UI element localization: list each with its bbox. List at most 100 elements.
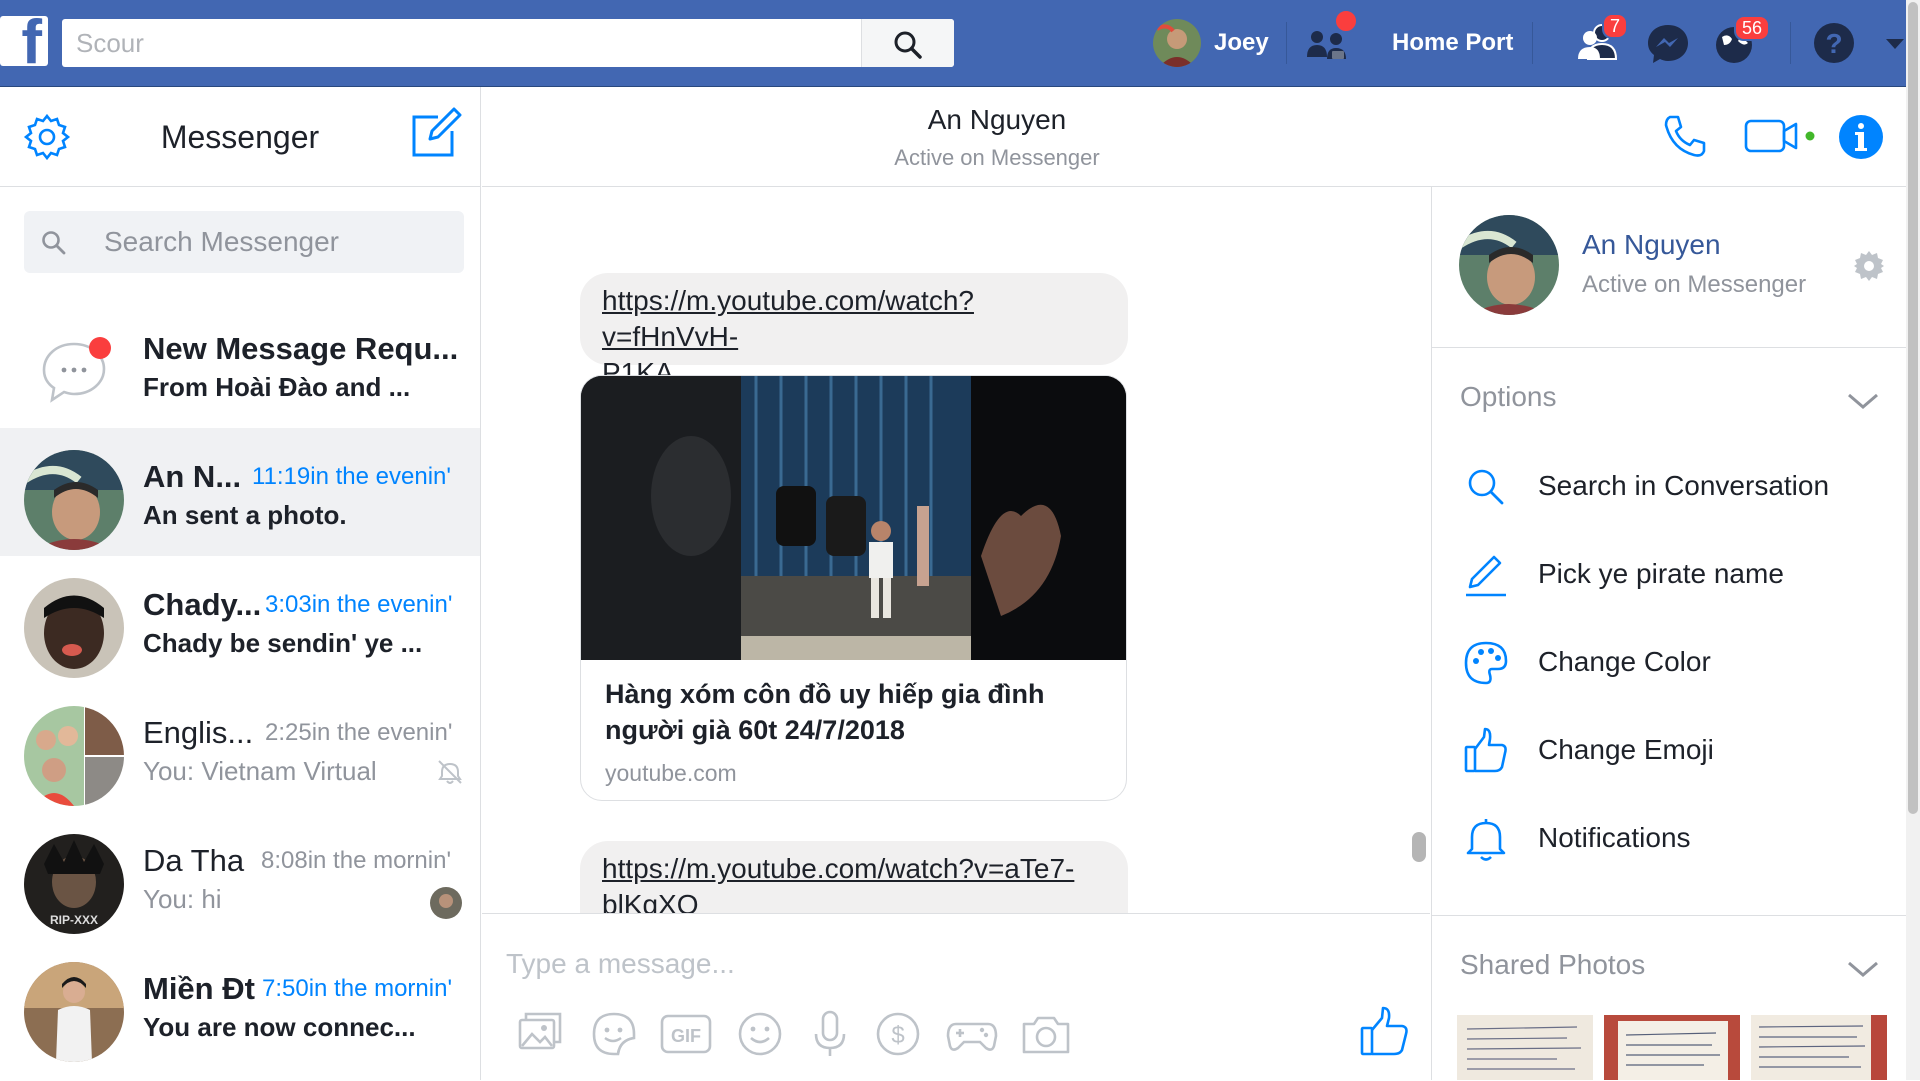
conversation-item-da-tha[interactable]: RIP-XXX Da Tha 8:08in the mornin' You: h… [0, 812, 480, 940]
camera-button[interactable] [1018, 1006, 1074, 1062]
contact-avatar [24, 962, 124, 1062]
search-icon [1468, 469, 1504, 505]
voice-call-button[interactable] [1660, 111, 1710, 161]
option-change-emoji[interactable]: Change Emoji [1462, 721, 1882, 781]
palette-icon [1464, 641, 1508, 685]
option-label: Notifications [1538, 822, 1691, 853]
options-section-header[interactable]: Options [1460, 381, 1557, 413]
option-search-in-conversation[interactable]: Search in Conversation [1462, 457, 1882, 517]
top-navigation-bar: f Joey Home Port 7 [0, 0, 1920, 87]
option-notifications[interactable]: Notifications [1462, 809, 1882, 869]
page-scrollbar-thumb[interactable] [1908, 2, 1918, 814]
conversation-time: 2:25in the evenin' [265, 719, 453, 746]
emoji-button[interactable] [732, 1006, 788, 1062]
divider [1432, 347, 1912, 348]
gif-button[interactable]: GIF [658, 1006, 714, 1062]
conversation-item-english-group[interactable]: Englis... 2:25in the evenin' You: Vietna… [0, 684, 480, 812]
link-preview-card[interactable]: Hàng xóm côn đồ uy hiếp gia đình người g… [580, 375, 1127, 801]
svg-text:?: ? [1825, 28, 1842, 59]
conversation-info-button[interactable] [1838, 114, 1884, 160]
conversation-item-an-nguyen[interactable]: An N... 11:19in the evenin' An sent a ph… [0, 428, 480, 556]
new-dot-indicator [1334, 9, 1358, 33]
sticker-button[interactable] [586, 1006, 642, 1062]
shared-photo[interactable] [1751, 1015, 1887, 1080]
find-friends-button[interactable] [1302, 9, 1358, 69]
add-photo-button[interactable] [512, 1006, 568, 1062]
conversation-item-mien-dt[interactable]: Miền Đt 7:50in the mornin' You are now c… [0, 940, 480, 1068]
smiley-icon [738, 1012, 782, 1056]
camera-icon [1022, 1016, 1070, 1054]
conversation-preview: An sent a photo. [143, 500, 347, 530]
gif-icon: GIF [660, 1014, 712, 1054]
shared-photos-header[interactable]: Shared Photos [1460, 949, 1645, 981]
messenger-search-input[interactable] [104, 211, 444, 273]
conversation-name: Chady... [143, 587, 262, 622]
games-button[interactable] [944, 1006, 1000, 1062]
search-icon [894, 31, 922, 59]
conversation-item-chady[interactable]: Chady... 3:03in the evenin' Chady be sen… [0, 556, 480, 684]
chevron-down-icon[interactable] [1845, 957, 1881, 981]
contact-settings-button[interactable] [1852, 249, 1886, 283]
messenger-search-box [24, 211, 464, 273]
help-icon: ? [1814, 23, 1854, 63]
message-composer: GIF $ [482, 913, 1430, 1081]
messenger-icon [1648, 25, 1688, 63]
handwritten-note-image [1457, 1015, 1593, 1080]
option-nicknames[interactable]: Pick ye pirate name [1462, 545, 1882, 605]
link-preview-domain: youtube.com [605, 760, 737, 786]
facebook-logo[interactable]: f [0, 16, 48, 66]
friend-requests-button[interactable]: 7 [1574, 13, 1629, 69]
contact-avatar [24, 578, 124, 678]
notifications-button[interactable]: 56 [1708, 15, 1771, 69]
home-link[interactable]: Home Port [1392, 29, 1513, 57]
option-change-color[interactable]: Change Color [1462, 633, 1882, 693]
contact-avatar [24, 450, 124, 550]
avatar-photo-icon [24, 962, 124, 1062]
voice-clip-button[interactable] [802, 1006, 858, 1062]
svg-text:GIF: GIF [671, 1026, 701, 1046]
thread-scrollbar[interactable] [1412, 832, 1426, 862]
compose-button[interactable] [408, 107, 462, 161]
friend-requests-badge: 7 [1602, 13, 1629, 39]
messenger-header: Messenger [0, 87, 480, 187]
divider [1790, 22, 1791, 64]
conversation-status: Active on Messenger [894, 145, 1100, 170]
conversation-time: 3:03in the evenin' [265, 591, 453, 618]
messages-button[interactable] [1642, 17, 1694, 69]
conversation-preview: You: hi [143, 884, 222, 914]
option-label: Pick ye pirate name [1538, 558, 1784, 589]
video-call-button[interactable] [1744, 115, 1816, 157]
chevron-down-icon[interactable] [1845, 389, 1881, 413]
send-money-button[interactable]: $ [870, 1006, 926, 1062]
shared-photo[interactable] [1457, 1015, 1593, 1080]
chat-bubble-icon [42, 337, 111, 403]
shared-photo[interactable] [1604, 1015, 1740, 1080]
help-button[interactable]: ? [1808, 17, 1860, 69]
profile-link[interactable]: Joey [1214, 29, 1269, 57]
option-label: Change Emoji [1538, 734, 1714, 765]
conversation-preview: You: Vietnam Virtual [143, 756, 377, 786]
option-label: Change Color [1538, 646, 1711, 677]
message-input[interactable] [506, 942, 1386, 986]
avatar-photo-icon [24, 450, 124, 550]
message-link[interactable]: https://m.youtube.com/watch?v=aTe7- blKgX… [602, 851, 1106, 913]
search-icon [42, 231, 66, 255]
conversation-list-panel: Messenger New Message Requ... From Hoài … [0, 87, 481, 1080]
conversation-header: An Nguyen Active on Messenger [482, 87, 1920, 187]
video-thumbnail [581, 376, 1126, 660]
message-bubble: https://m.youtube.com/watch?v=fHnVvH- P1K… [580, 273, 1128, 388]
video-camera-icon [1744, 119, 1815, 153]
group-avatar [24, 706, 124, 806]
search-button[interactable] [861, 19, 954, 67]
send-like-button[interactable] [1356, 1004, 1412, 1060]
global-search-input[interactable] [62, 19, 862, 67]
conversation-item-message-requests[interactable]: New Message Requ... From Hoài Đào and ..… [0, 300, 480, 428]
conversation-name: Englis... [143, 715, 254, 750]
contact-avatar[interactable] [1459, 215, 1559, 315]
contact-name-link[interactable]: An Nguyen [1582, 229, 1721, 261]
profile-avatar[interactable] [1153, 19, 1201, 67]
conversation-name: New Message Requ... [143, 331, 459, 366]
page-scrollbar[interactable] [1906, 0, 1920, 1080]
conversation-title: An Nguyen [927, 104, 1067, 135]
conversation-time: 11:19in the evenin' [252, 463, 451, 490]
